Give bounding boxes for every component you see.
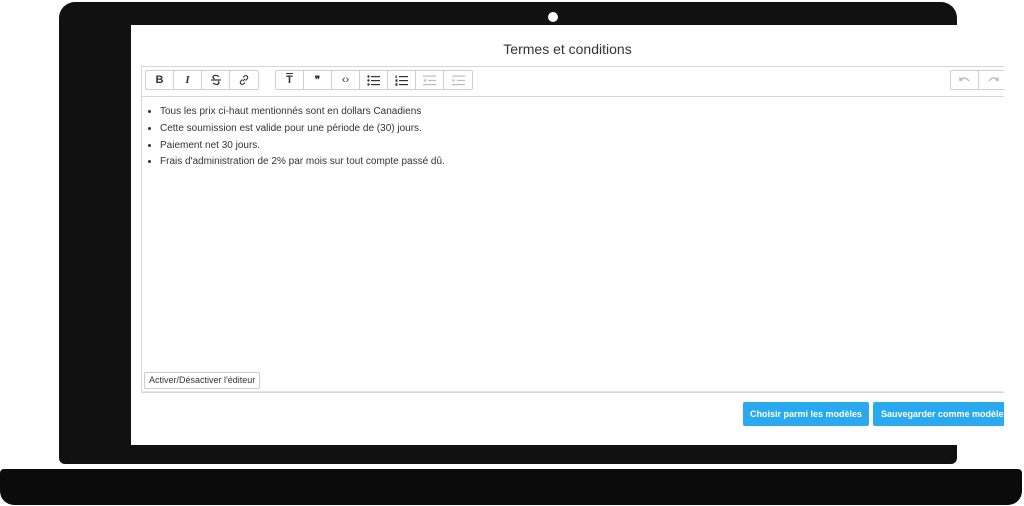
rich-text-editor: B I T ❞ ‹› • Tous les prix ci-haut menti… — [141, 66, 1004, 393]
laptop-base — [0, 469, 1022, 505]
bullet-list-icon — [367, 74, 380, 86]
outdent-icon — [423, 75, 436, 85]
outdent-button[interactable] — [416, 71, 444, 89]
quote-button[interactable]: ❞ — [304, 71, 332, 89]
editor-content[interactable]: Tous les prix ci-haut mentionnés sont en… — [142, 97, 1004, 341]
divider — [141, 391, 1004, 392]
toggle-editor-button[interactable]: Activer/Désactiver l'éditeur — [144, 372, 261, 389]
quote-icon: ❞ — [314, 74, 321, 86]
history-group — [950, 70, 1004, 90]
list-item: Paiement net 30 jours. — [160, 138, 1004, 155]
bold-icon: B — [155, 74, 164, 86]
redo-icon — [987, 77, 999, 82]
laptop-bezel: Termes et conditions B I T ❞ ‹› • Tous l… — [59, 2, 1004, 464]
save-template-button[interactable]: Sauvegarder comme modèle — [873, 402, 1004, 426]
numbered-list-icon — [395, 75, 408, 86]
italic-icon: I — [185, 74, 190, 86]
undo-icon — [959, 77, 970, 82]
list-item: Cette soumission est valide pour une pér… — [160, 121, 1004, 138]
choose-template-button[interactable]: Choisir parmi les modèles — [743, 402, 869, 426]
block-group: T ❞ ‹› — [275, 70, 473, 90]
heading-icon: T — [286, 74, 293, 86]
strikethrough-icon — [210, 74, 221, 86]
indent-icon — [451, 75, 465, 85]
italic-button[interactable]: I — [174, 71, 202, 89]
app-screen: Termes et conditions B I T ❞ ‹› • Tous l… — [131, 25, 1004, 445]
numbered-list-button[interactable] — [388, 71, 416, 89]
strikethrough-button[interactable] — [202, 71, 230, 89]
code-button[interactable]: ‹› — [332, 71, 360, 89]
bullet-list-button[interactable] — [360, 71, 388, 89]
list-item: Tous les prix ci-haut mentionnés sont en… — [160, 104, 1004, 121]
camera-icon — [548, 12, 558, 22]
heading-button[interactable]: T — [276, 71, 304, 89]
indent-button[interactable] — [444, 71, 472, 89]
terms-list: Tous les prix ci-haut mentionnés sont en… — [142, 104, 1004, 171]
undo-button[interactable] — [951, 71, 979, 89]
link-button[interactable] — [230, 71, 258, 89]
format-group: B I — [145, 70, 259, 90]
list-item: Frais d'administration de 2% par mois su… — [160, 154, 1004, 171]
code-icon: ‹› — [341, 74, 350, 86]
editor-toolbar: B I T ❞ ‹› — [142, 67, 1004, 97]
bold-button[interactable]: B — [146, 71, 174, 89]
page-title: Termes et conditions — [503, 41, 632, 57]
link-icon — [239, 75, 249, 85]
redo-button[interactable] — [979, 71, 1004, 89]
